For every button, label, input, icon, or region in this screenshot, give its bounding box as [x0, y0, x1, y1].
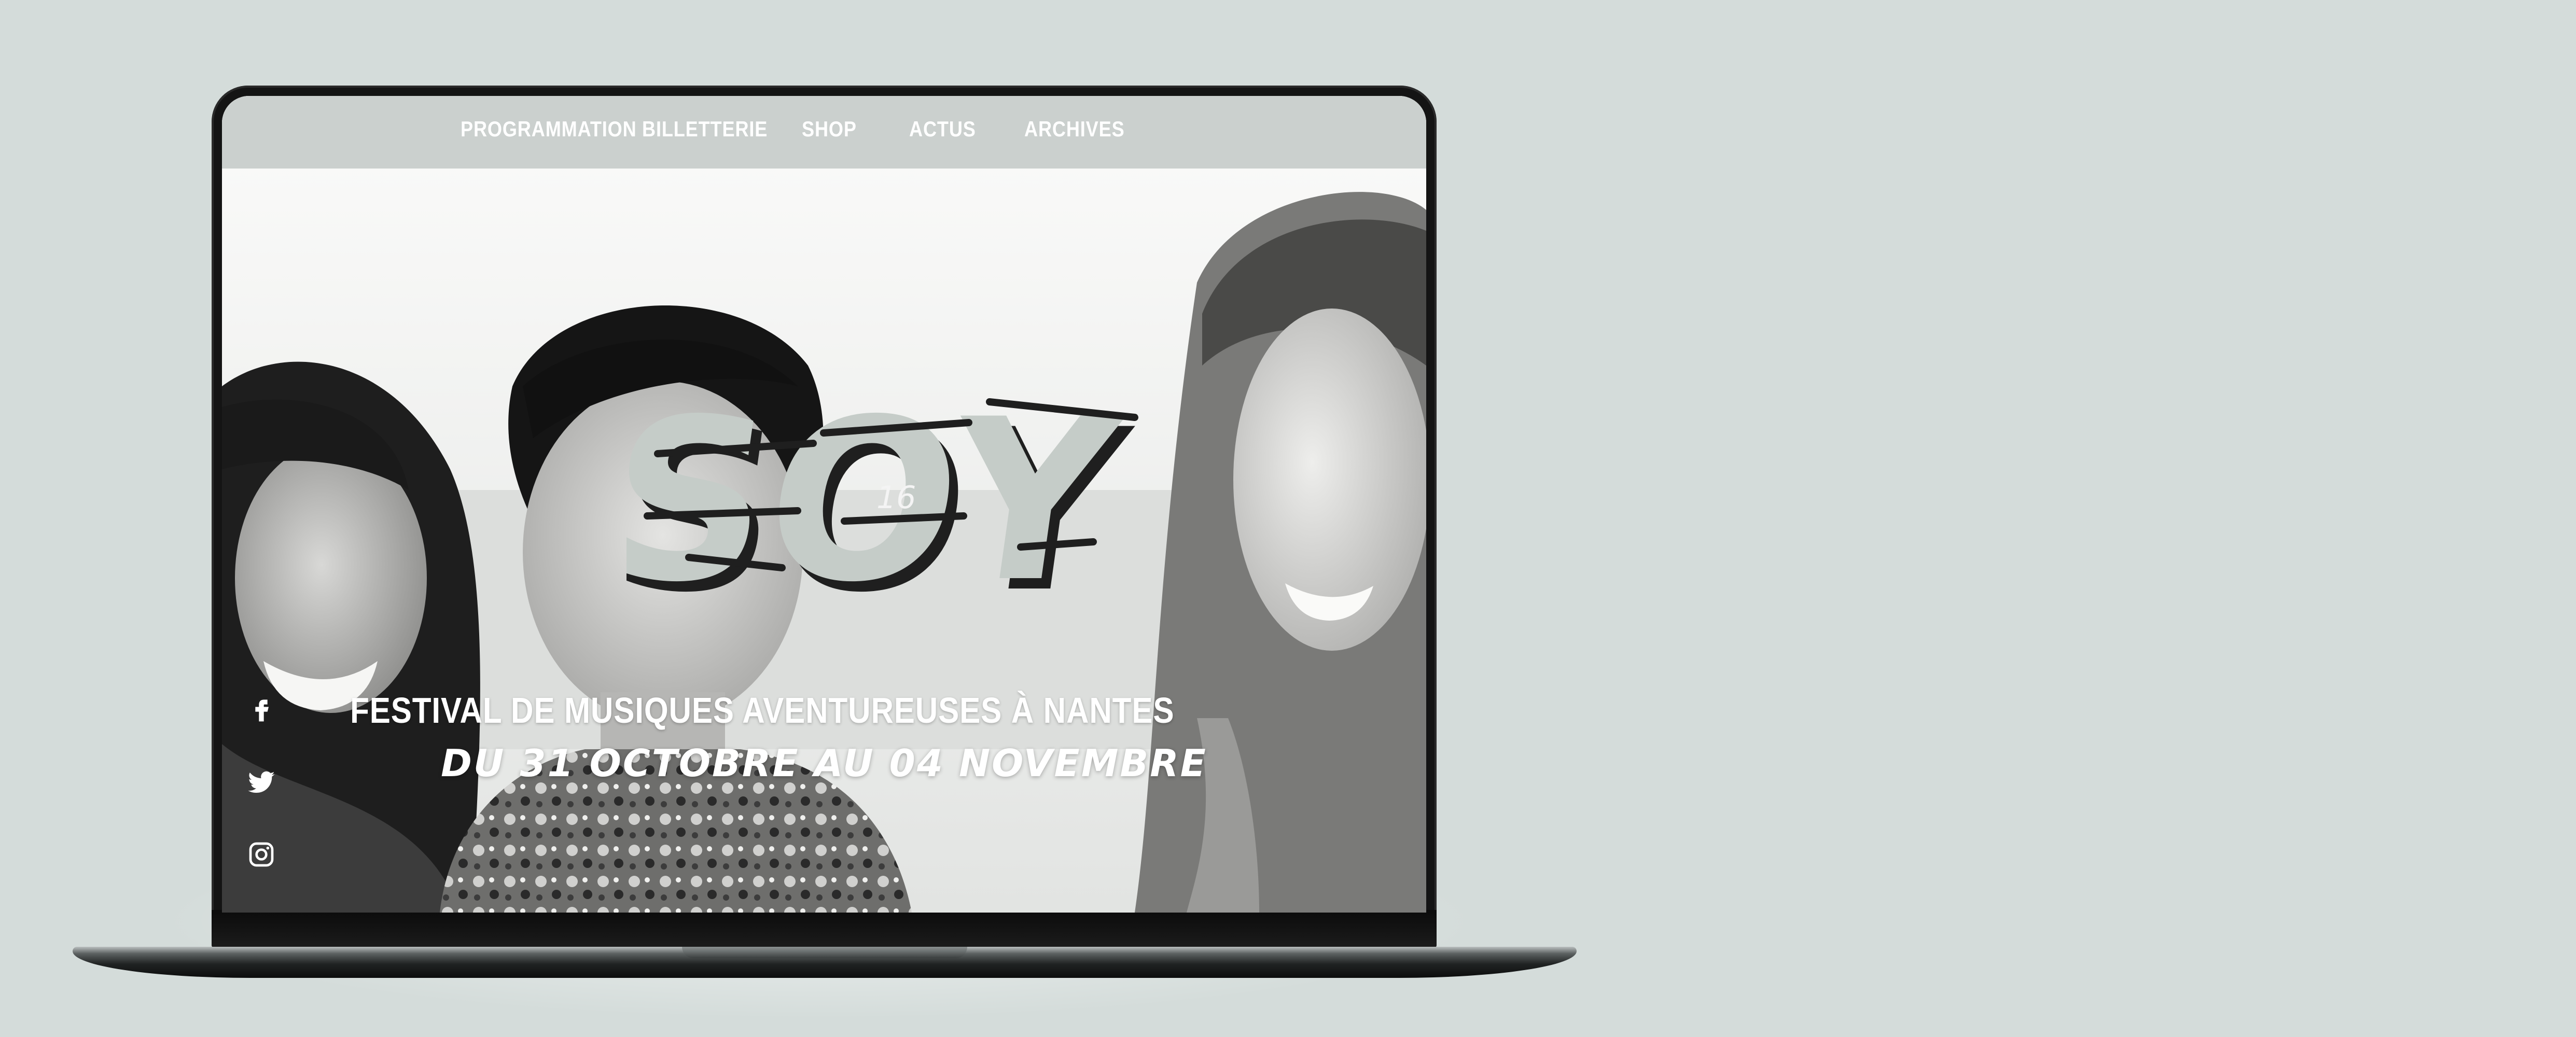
instagram-icon[interactable] — [247, 840, 276, 869]
nav-item-programmation[interactable]: PROGRAMMATION — [461, 117, 637, 142]
festival-dates: DU 31 OCTOBRE AU 04 NOVEMBRE — [441, 741, 1207, 785]
twitter-icon[interactable] — [247, 347, 276, 376]
laptop-base — [73, 947, 1577, 978]
festival-logo[interactable]: SOY SOY — [626, 298, 1301, 661]
top-navigation: PROGRAMMATION BILLETTERIE SHOP ACTUS ARC… — [222, 96, 1426, 169]
laptop-screen: PROGRAMMATION BILLETTERIE SHOP ACTUS ARC… — [222, 96, 1426, 913]
nav-item-billetterie[interactable]: BILLETTERIE — [642, 117, 768, 142]
laptop-chin — [212, 910, 1437, 949]
festival-subtitle: FESTIVAL DE MUSIQUES AVENTUREUSES À NANT… — [350, 690, 1175, 731]
edition-number: 16 — [876, 480, 916, 516]
twitter-icon[interactable] — [247, 767, 276, 796]
nav-item-archives[interactable]: ARCHIVES — [1024, 117, 1125, 142]
nav-item-shop[interactable]: SHOP — [802, 117, 857, 142]
facebook-icon[interactable] — [247, 695, 276, 724]
nav-item-actus[interactable]: ACTUS — [909, 117, 976, 142]
laptop-hinge — [682, 947, 967, 958]
